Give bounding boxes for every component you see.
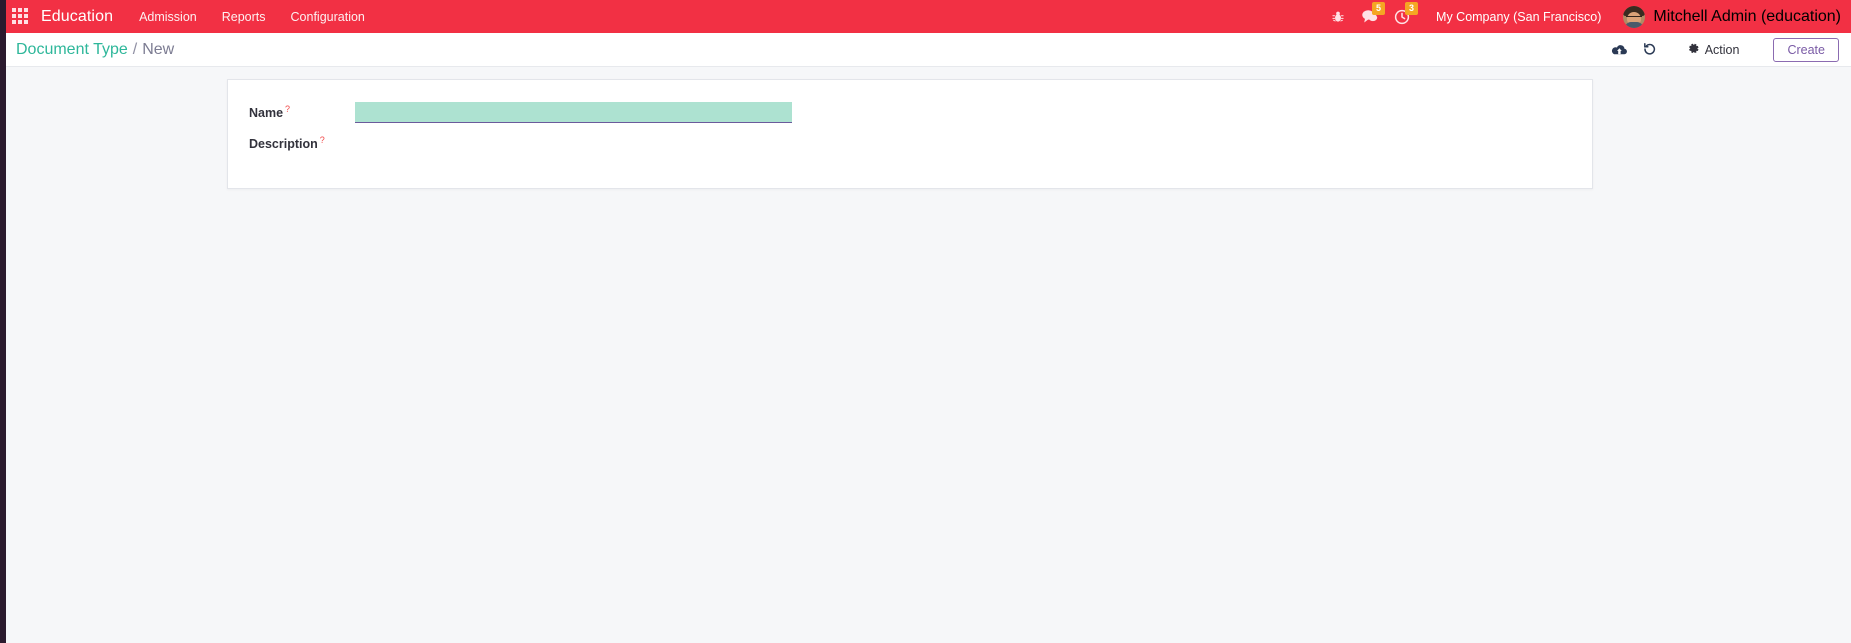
menu-item-reports[interactable]: Reports (222, 10, 266, 24)
field-wrap-name (355, 102, 792, 123)
top-navbar: Education Admission Reports Configuratio… (0, 0, 1851, 33)
gear-icon (1687, 42, 1700, 58)
brand-education[interactable]: Education (41, 8, 113, 26)
discard-button[interactable] (1635, 37, 1665, 63)
control-panel-actions: Action Create (1605, 37, 1839, 63)
form-row-description: Description? (249, 128, 1592, 159)
user-name-label: Mitchell Admin (education) (1653, 7, 1841, 25)
label-description: Description? (249, 135, 355, 151)
action-label: Action (1704, 42, 1740, 57)
field-wrap-description (355, 133, 792, 154)
menu-item-configuration[interactable]: Configuration (291, 10, 365, 24)
navbar-right-group: 5 3 My Company (San Francisco) Mitchell … (1315, 0, 1851, 33)
description-input[interactable] (355, 133, 792, 154)
label-name: Name? (249, 104, 355, 120)
breadcrumb-parent-document-type[interactable]: Document Type (16, 41, 128, 59)
help-icon-name[interactable]: ? (285, 104, 290, 114)
action-button[interactable]: Action (1679, 38, 1750, 62)
form-fields-group: Name? Description? (228, 80, 1592, 159)
cloud-upload-icon (1611, 43, 1628, 57)
company-switcher[interactable]: My Company (San Francisco) (1436, 10, 1601, 24)
save-button[interactable] (1605, 37, 1635, 63)
breadcrumb-separator: / (132, 40, 138, 58)
form-sheet: Name? Description? (227, 79, 1593, 189)
name-input[interactable] (355, 102, 792, 123)
messages-icon[interactable]: 5 (1361, 2, 1386, 24)
user-menu[interactable]: Mitchell Admin (education) (1623, 5, 1841, 28)
activities-badge: 3 (1405, 1, 1419, 15)
help-icon-description[interactable]: ? (320, 135, 325, 145)
label-name-text: Name (249, 106, 284, 121)
left-edge-rail (0, 0, 6, 643)
menu-item-admission[interactable]: Admission (139, 10, 197, 24)
activities-clock-icon[interactable]: 3 (1394, 1, 1419, 25)
create-button[interactable]: Create (1773, 37, 1839, 62)
form-view-background: Name? Description? (6, 67, 1851, 643)
apps-grid-icon[interactable] (12, 7, 30, 26)
form-row-name: Name? (249, 97, 1592, 128)
control-panel: Document Type / New Action Create (6, 33, 1851, 67)
avatar (1623, 5, 1646, 28)
label-description-text: Description (249, 137, 318, 152)
navbar-left-group: Education Admission Reports Configuratio… (0, 0, 390, 33)
undo-icon (1642, 42, 1657, 57)
breadcrumb-current-new: New (142, 40, 175, 58)
messages-badge: 5 (1372, 2, 1386, 15)
bug-icon[interactable] (1331, 10, 1345, 24)
breadcrumb: Document Type / New (6, 41, 174, 59)
